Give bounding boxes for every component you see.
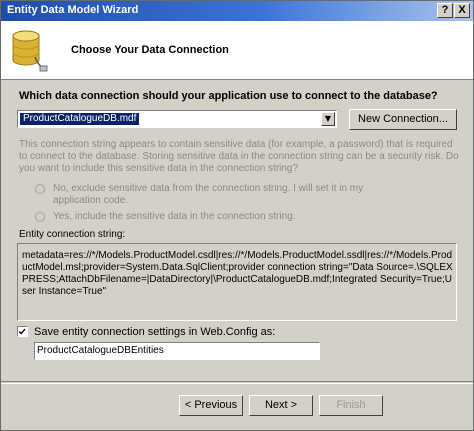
radio-include-label: Yes, include the sensitive data in the c… bbox=[53, 211, 296, 222]
footer-highlight bbox=[1, 383, 473, 384]
entities-name-input[interactable]: ProductCatalogueDBEntities bbox=[34, 342, 320, 360]
next-button[interactable]: Next > bbox=[249, 395, 313, 416]
window-title: Entity Data Model Wizard bbox=[7, 4, 139, 16]
database-icon bbox=[12, 30, 48, 72]
save-settings-checkbox[interactable] bbox=[17, 326, 28, 337]
entity-connection-string: metadata=res://*/Models.ProductModel.csd… bbox=[22, 250, 453, 297]
previous-button[interactable]: < Previous bbox=[179, 395, 243, 416]
entity-connection-label: Entity connection string: bbox=[19, 229, 126, 240]
new-connection-button[interactable]: New Connection... bbox=[349, 109, 457, 130]
radio-exclude-label: No, exclude sensitive data from the conn… bbox=[53, 183, 364, 206]
page-title: Choose Your Data Connection bbox=[71, 44, 229, 56]
connection-dropdown[interactable]: ProductCatalogueDB.mdf ▼ bbox=[17, 110, 337, 128]
connection-dropdown-value: ProductCatalogueDB.mdf bbox=[20, 113, 140, 125]
chevron-down-icon[interactable]: ▼ bbox=[321, 112, 335, 126]
checkmark-icon bbox=[18, 328, 26, 335]
wizard-footer: < Previous Next > Finish bbox=[1, 381, 473, 430]
radio-exclude-sensitive[interactable] bbox=[35, 184, 45, 194]
save-settings-label: Save entity connection settings in Web.C… bbox=[34, 326, 276, 338]
wizard-content: Which data connection should your applic… bbox=[1, 80, 473, 380]
connection-question: Which data connection should your applic… bbox=[19, 90, 438, 102]
finish-button[interactable]: Finish bbox=[319, 395, 383, 416]
wizard-window: Entity Data Model Wizard ? X Choose Your… bbox=[0, 0, 474, 431]
title-bar: Entity Data Model Wizard ? X bbox=[1, 1, 473, 21]
help-button[interactable]: ? bbox=[437, 3, 453, 18]
close-button[interactable]: X bbox=[454, 3, 470, 18]
sensitive-data-warning: This connection string appears to contai… bbox=[19, 139, 459, 174]
entity-connection-box[interactable]: metadata=res://*/Models.ProductModel.csd… bbox=[17, 243, 457, 321]
wizard-header: Choose Your Data Connection bbox=[1, 21, 473, 80]
radio-include-sensitive[interactable] bbox=[35, 212, 45, 222]
